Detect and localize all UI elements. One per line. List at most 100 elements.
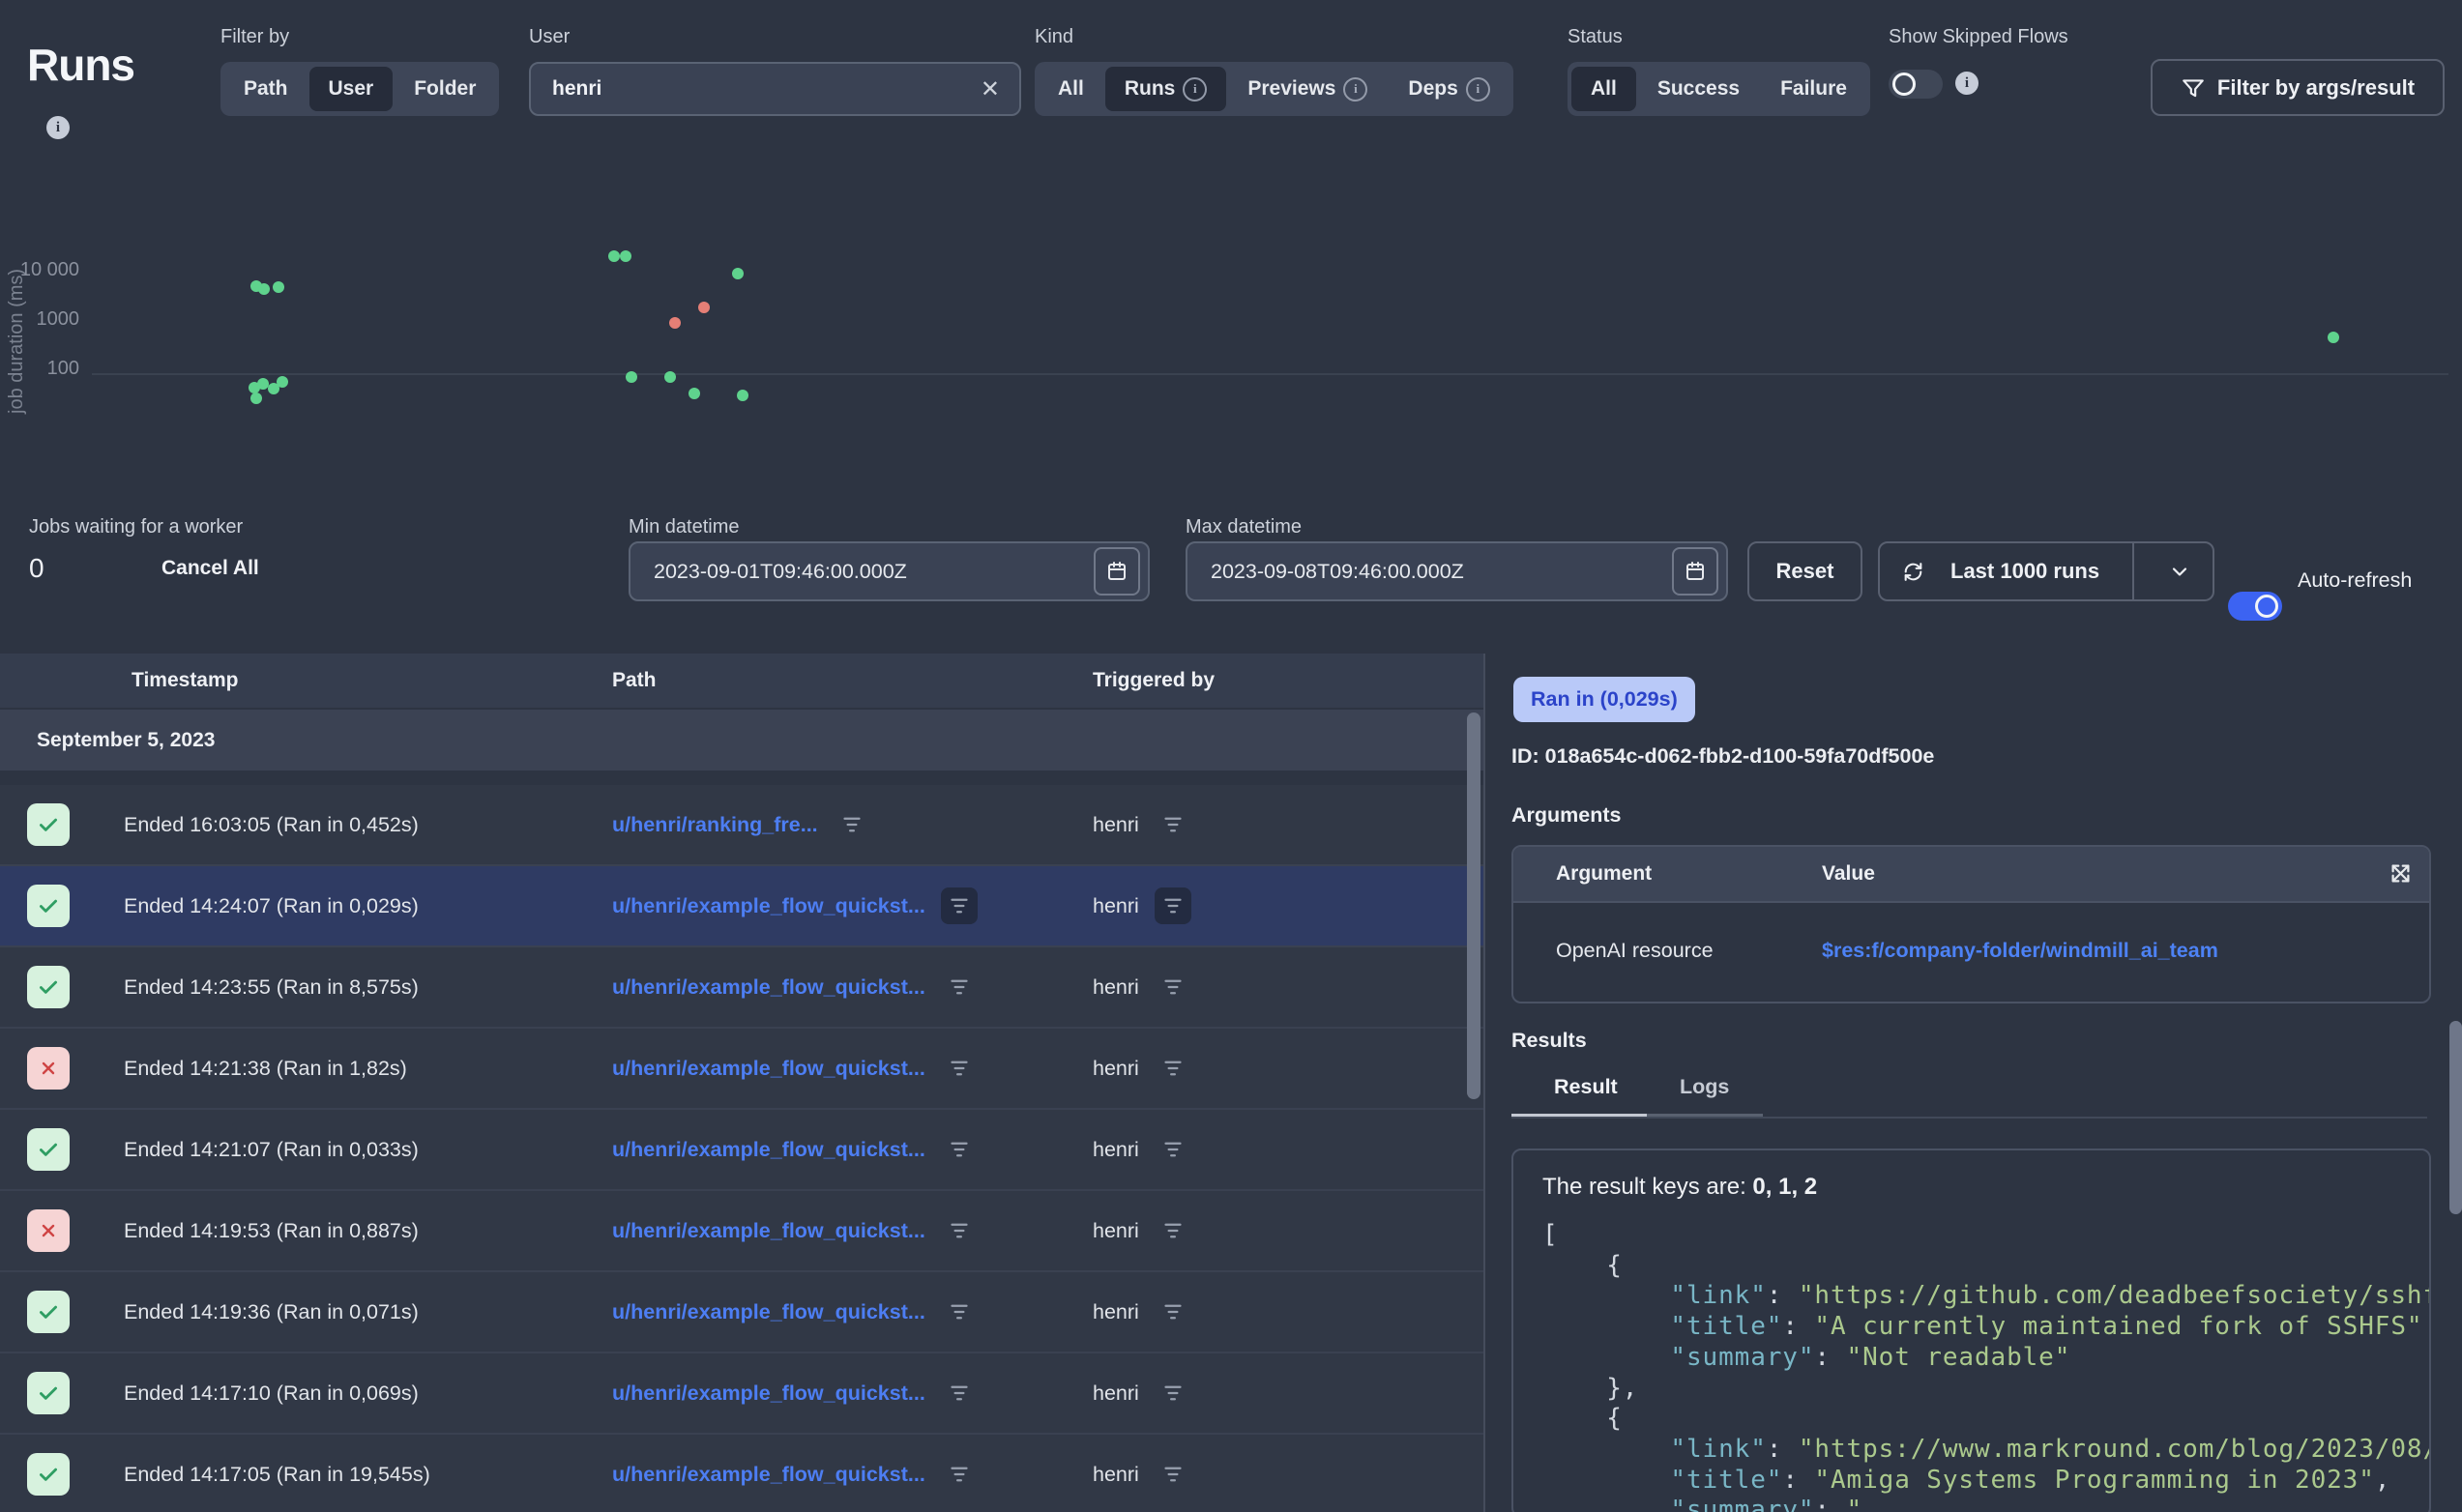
filter-by-option-path[interactable]: Path	[224, 67, 308, 111]
run-timestamp: Ended 14:17:05 (Ran in 19,545s)	[124, 1435, 430, 1512]
table-scrollbar-thumb[interactable]	[1467, 712, 1480, 1099]
path-filter-icon[interactable]	[941, 1375, 978, 1411]
data-point-success[interactable]	[250, 393, 262, 404]
table-row[interactable]: Ended 14:21:38 (Ran in 1,82s)u/henri/exa…	[0, 1029, 1483, 1110]
data-point-success[interactable]	[626, 371, 637, 383]
user-filter-icon[interactable]	[1155, 1050, 1191, 1087]
data-point-success[interactable]	[732, 268, 744, 279]
path-filter-icon[interactable]	[941, 887, 978, 924]
run-path-link[interactable]: u/henri/example_flow_quickst...	[612, 1057, 925, 1081]
panel-scrollbar-thumb[interactable]	[2449, 1021, 2462, 1214]
data-point-success[interactable]	[277, 376, 288, 388]
data-point-success[interactable]	[2328, 332, 2339, 343]
data-point-success[interactable]	[608, 250, 620, 262]
calendar-icon[interactable]	[1672, 547, 1718, 596]
path-filter-icon[interactable]	[941, 1212, 978, 1249]
filter-args-button[interactable]: Filter by args/result	[2151, 59, 2445, 116]
kind-option-deps[interactable]: Depsi	[1389, 67, 1509, 111]
chevron-down-icon[interactable]	[2146, 560, 2213, 583]
last-runs-button[interactable]: Last 1000 runs	[1878, 541, 2214, 601]
path-cell: u/henri/example_flow_quickst...	[612, 1272, 978, 1352]
max-datetime-input[interactable]: 2023-09-08T09:46:00.000Z	[1186, 541, 1728, 601]
tab-logs[interactable]: Logs	[1680, 1075, 1729, 1099]
data-point-success[interactable]	[257, 378, 269, 390]
success-check-icon	[27, 1128, 70, 1171]
table-row[interactable]: Ended 14:17:10 (Ran in 0,069s)u/henri/ex…	[0, 1353, 1483, 1435]
run-path-link[interactable]: u/henri/example_flow_quickst...	[612, 975, 925, 1000]
user-filter-icon[interactable]	[1155, 1131, 1191, 1168]
run-path-link[interactable]: u/henri/example_flow_quickst...	[612, 1381, 925, 1406]
user-filter-icon[interactable]	[1155, 1294, 1191, 1330]
column-header-timestamp[interactable]: Timestamp	[132, 654, 239, 708]
code-line: "title": "Amiga Systems Programming in 2…	[1542, 1466, 2431, 1497]
run-path-link[interactable]: u/henri/example_flow_quickst...	[612, 1138, 925, 1162]
filter-by-option-user[interactable]: User	[309, 67, 394, 111]
table-row[interactable]: Ended 14:17:05 (Ran in 19,545s) u/henri/e…	[0, 1435, 1483, 1512]
arguments-table: ArgumentValue OpenAI resource $res:f/com…	[1511, 845, 2431, 1003]
status-option-all[interactable]: All	[1571, 67, 1636, 111]
calendar-icon[interactable]	[1094, 547, 1140, 596]
data-point-success[interactable]	[737, 390, 748, 401]
status-option-failure[interactable]: Failure	[1761, 67, 1866, 111]
triggered-by-user: henri	[1093, 894, 1139, 918]
user-filter-icon[interactable]	[1155, 1212, 1191, 1249]
reset-button[interactable]: Reset	[1747, 541, 1862, 601]
filter-by-segmented: PathUserFolder	[220, 62, 499, 116]
user-filter-icon[interactable]	[1155, 887, 1191, 924]
user-input[interactable]: henri ✕	[529, 62, 1021, 116]
data-point-failure[interactable]	[669, 317, 681, 329]
user-filter-icon[interactable]	[1155, 969, 1191, 1005]
data-point-success[interactable]	[273, 281, 284, 293]
kind-option-runs[interactable]: Runsi	[1105, 67, 1227, 111]
user-filter-icon[interactable]	[1155, 1456, 1191, 1493]
path-filter-icon[interactable]	[941, 1050, 978, 1087]
show-skipped-toggle[interactable]	[1889, 70, 1943, 99]
data-point-success[interactable]	[664, 371, 676, 383]
data-point-success[interactable]	[689, 388, 700, 399]
filter-by-option-folder[interactable]: Folder	[395, 67, 495, 111]
argument-value-link[interactable]: $res:f/company-folder/windmill_ai_team	[1822, 901, 2218, 1000]
run-path-link[interactable]: u/henri/ranking_fre...	[612, 813, 818, 837]
path-filter-icon[interactable]	[834, 806, 870, 843]
column-header-triggered-by[interactable]: Triggered by	[1093, 654, 1215, 708]
kind-option-previews[interactable]: Previewsi	[1228, 67, 1387, 111]
cancel-all-button[interactable]: Cancel All	[161, 557, 259, 580]
toggle-knob	[1892, 73, 1916, 96]
kind-option-all[interactable]: All	[1039, 67, 1103, 111]
user-filter-icon[interactable]	[1155, 1375, 1191, 1411]
table-row[interactable]: Ended 14:21:07 (Ran in 0,033s)u/henri/ex…	[0, 1110, 1483, 1191]
triggered-by-user: henri	[1093, 1057, 1139, 1081]
column-header-path[interactable]: Path	[612, 654, 657, 708]
run-path-link[interactable]: u/henri/example_flow_quickst...	[612, 1219, 925, 1243]
clear-user-icon[interactable]: ✕	[981, 75, 1019, 103]
run-path-link[interactable]: u/henri/example_flow_quickst...	[612, 894, 925, 918]
status-option-success[interactable]: Success	[1638, 67, 1759, 111]
runs-info-icon[interactable]: i	[46, 116, 70, 139]
table-row[interactable]: Ended 14:23:55 (Ran in 8,575s)u/henri/ex…	[0, 947, 1483, 1029]
path-filter-icon[interactable]	[941, 969, 978, 1005]
data-point-success[interactable]	[620, 250, 631, 262]
info-icon[interactable]: i	[1183, 77, 1207, 102]
user-filter-icon[interactable]	[1155, 806, 1191, 843]
path-filter-icon[interactable]	[941, 1294, 978, 1330]
skipped-info-icon[interactable]: i	[1955, 72, 1978, 95]
data-point-success[interactable]	[258, 283, 270, 295]
code-line: {	[1542, 1251, 2431, 1282]
path-filter-icon[interactable]	[941, 1131, 978, 1168]
table-row[interactable]: Ended 16:03:05 (Ran in 0,452s)u/henri/ra…	[0, 785, 1483, 866]
triggered-by-cell: henri	[1093, 947, 1191, 1027]
table-row[interactable]: Ended 14:19:53 (Ran in 0,887s)u/henri/ex…	[0, 1191, 1483, 1272]
table-row[interactable]: Ended 14:24:07 (Ran in 0,029s)u/henri/ex…	[0, 866, 1483, 947]
tab-result[interactable]: Result	[1554, 1075, 1618, 1099]
min-datetime-input[interactable]: 2023-09-01T09:46:00.000Z	[629, 541, 1150, 601]
info-icon[interactable]: i	[1466, 77, 1490, 102]
user-label: User	[529, 26, 570, 48]
run-path-link[interactable]: u/henri/example_flow_quickst...	[612, 1463, 925, 1487]
data-point-failure[interactable]	[698, 302, 710, 313]
table-row[interactable]: Ended 14:19:36 (Ran in 0,071s)u/henri/ex…	[0, 1272, 1483, 1353]
expand-icon[interactable]	[2388, 860, 2414, 891]
info-icon[interactable]: i	[1343, 77, 1367, 102]
run-path-link[interactable]: u/henri/example_flow_quickst...	[612, 1300, 925, 1324]
auto-refresh-toggle[interactable]	[2228, 592, 2282, 621]
path-filter-icon[interactable]	[941, 1456, 978, 1493]
